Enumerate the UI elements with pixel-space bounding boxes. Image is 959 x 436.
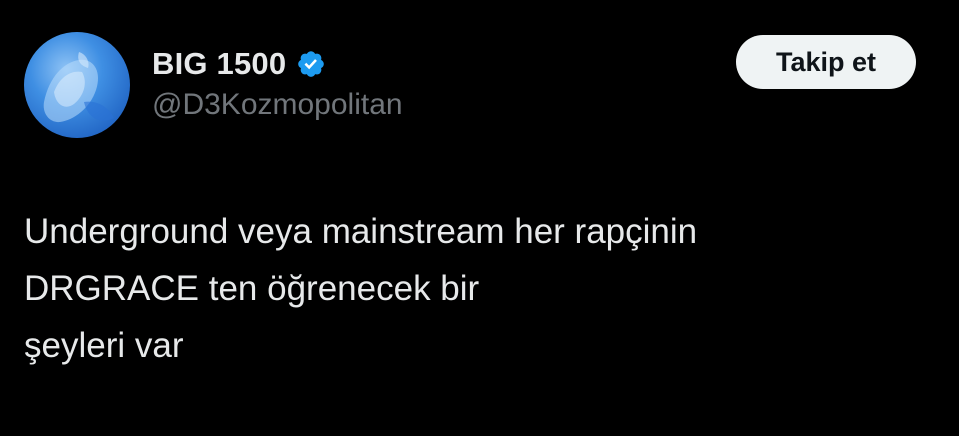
follow-button[interactable]: Takip et bbox=[736, 35, 916, 89]
user-handle[interactable]: @D3Kozmopolitan bbox=[152, 88, 403, 122]
avatar-image bbox=[24, 32, 130, 138]
verified-badge-icon bbox=[296, 49, 326, 79]
tweet-text: Underground veya mainstream her rapçinin… bbox=[24, 212, 698, 365]
tweet-card: BIG 1500 @D3Kozmopolitan Takip et Underg… bbox=[0, 0, 959, 436]
name-row: BIG 1500 bbox=[152, 44, 326, 84]
avatar[interactable] bbox=[24, 32, 130, 138]
display-name[interactable]: BIG 1500 bbox=[152, 46, 286, 82]
